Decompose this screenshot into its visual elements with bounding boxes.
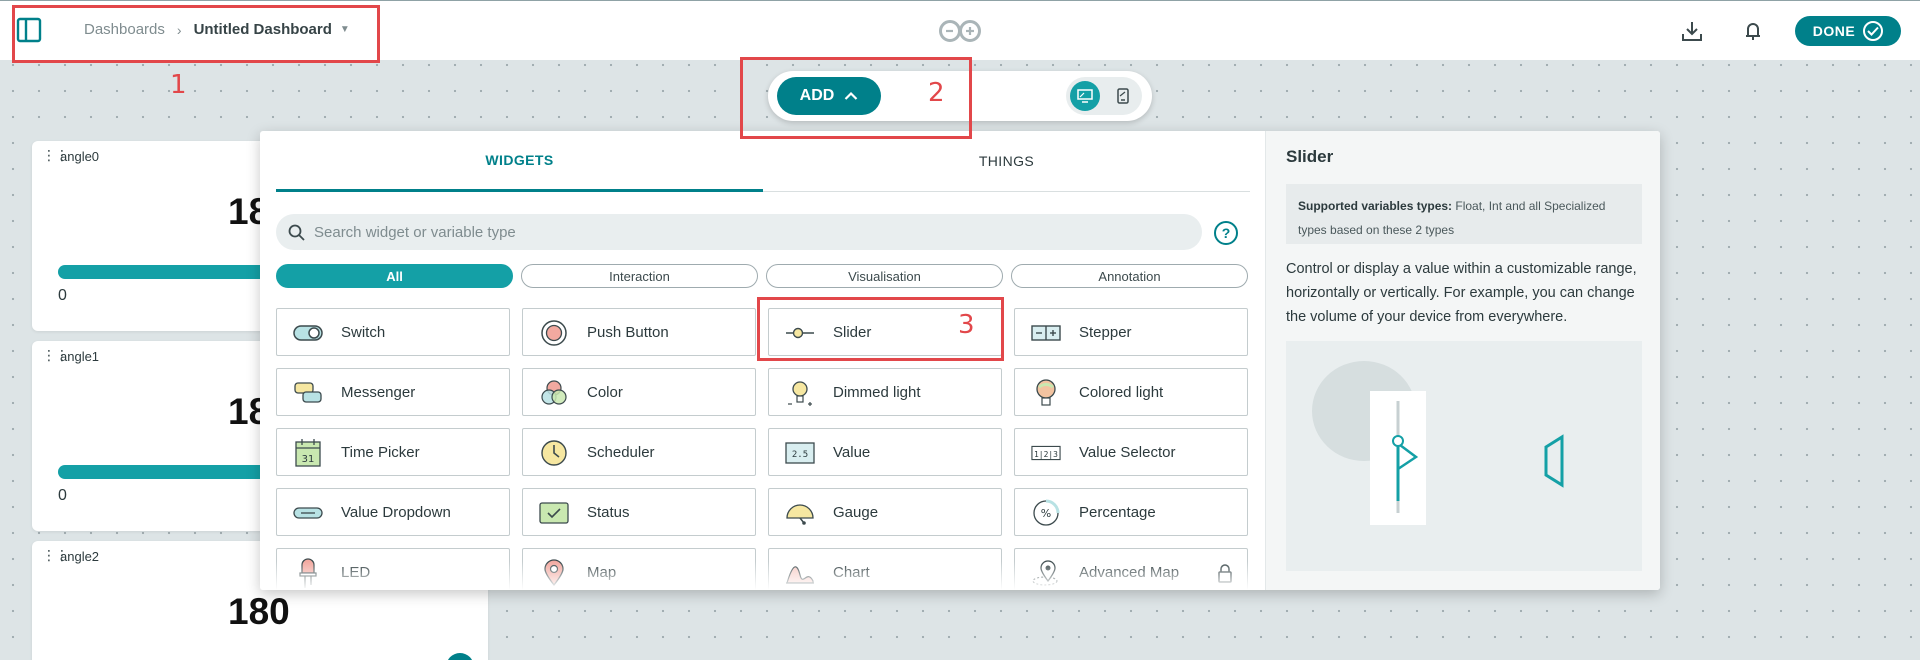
widget-tile-messenger[interactable]: Messenger — [276, 368, 510, 416]
widget-detail-pane: Slider Supported variables types: Float,… — [1265, 131, 1660, 590]
done-label: DONE — [1812, 23, 1856, 39]
chart-icon — [785, 559, 815, 587]
time-picker-icon-text: 31 — [302, 454, 315, 465]
status-icon — [539, 499, 569, 527]
help-icon[interactable]: ? — [1214, 221, 1238, 245]
widget-tile-push-button[interactable]: Push Button — [522, 308, 756, 356]
stepper-icon — [1031, 319, 1061, 347]
widget-label: Time Picker — [341, 444, 420, 461]
download-icon[interactable] — [1680, 19, 1704, 43]
arduino-logo — [937, 19, 983, 43]
widget-label: Advanced Map — [1079, 564, 1180, 581]
widget-tile-status[interactable]: Status — [522, 488, 756, 536]
tab-things[interactable]: THINGS — [763, 131, 1250, 192]
filter-interaction[interactable]: Interaction — [521, 264, 758, 288]
widget-label: LED — [341, 564, 371, 581]
switch-icon — [293, 319, 323, 347]
filter-visualisation[interactable]: Visualisation — [766, 264, 1003, 288]
card-title: angle0 — [60, 149, 100, 164]
widget-label: Colored light — [1079, 384, 1164, 401]
notification-bell-icon[interactable] — [1741, 19, 1765, 43]
widget-label: Scheduler — [587, 444, 655, 461]
annotation-box-1 — [12, 5, 380, 63]
annotation-number-3: 3 — [958, 310, 975, 340]
filter-all[interactable]: All — [276, 264, 513, 288]
mobile-view-icon[interactable] — [1108, 81, 1138, 111]
widget-tile-stepper[interactable]: Stepper — [1014, 308, 1248, 356]
detail-title: Slider — [1286, 147, 1334, 166]
slider-min-value: 0 — [58, 287, 67, 304]
widget-label: Gauge — [833, 504, 879, 521]
widget-preview-image — [1286, 341, 1642, 571]
widget-tile-percentage[interactable]: % Percentage — [1014, 488, 1248, 536]
widget-label: Map — [587, 564, 617, 581]
widget-label: Percentage — [1079, 504, 1156, 521]
advanced-map-icon — [1031, 559, 1061, 587]
widget-label: Chart — [833, 564, 870, 581]
widget-tile-led[interactable]: LED — [276, 548, 510, 590]
widget-tile-advanced-map[interactable]: Advanced Map — [1014, 548, 1248, 590]
card-value: 180 — [228, 591, 290, 632]
widget-tile-value[interactable]: 2.5 Value — [768, 428, 1002, 476]
time-picker-icon: 31 — [293, 439, 323, 467]
widget-label: Status — [587, 504, 630, 521]
value-icon-text: 2.5 — [792, 450, 808, 460]
card-action-icon[interactable] — [446, 653, 474, 660]
widget-tile-time-picker[interactable]: 31 Time Picker — [276, 428, 510, 476]
search-icon — [288, 224, 305, 241]
widget-label: Value Dropdown — [341, 504, 451, 521]
widget-tile-value-dropdown[interactable]: Value Dropdown — [276, 488, 510, 536]
supported-types-label: Supported variables types: — [1298, 199, 1453, 213]
map-icon — [539, 559, 569, 587]
scheduler-icon — [539, 439, 569, 467]
widget-label: Switch — [341, 324, 386, 341]
widget-tile-gauge[interactable]: Gauge — [768, 488, 1002, 536]
widget-label: Value Selector — [1079, 444, 1176, 461]
check-circle-icon — [1863, 21, 1884, 41]
filter-annotation[interactable]: Annotation — [1011, 264, 1248, 288]
widget-tile-color[interactable]: Color — [522, 368, 756, 416]
value-selector-icon: 1|2|3 — [1031, 439, 1061, 467]
percentage-icon-text: % — [1041, 507, 1051, 520]
annotation-number-1: 1 — [170, 70, 187, 100]
detail-description: Control or display a value within a cust… — [1286, 261, 1637, 325]
widget-label: Stepper — [1079, 324, 1132, 341]
value-icon: 2.5 — [785, 439, 815, 467]
widget-tile-dimmed-light[interactable]: Dimmed light — [768, 368, 1002, 416]
messenger-icon — [293, 379, 323, 407]
value-dropdown-icon — [293, 499, 323, 527]
widget-label: Messenger — [341, 384, 416, 401]
push-button-icon — [539, 319, 569, 347]
view-mode-toggle — [1066, 77, 1142, 115]
slider-min-value: 0 — [58, 487, 67, 504]
widget-tile-map[interactable]: Map — [522, 548, 756, 590]
led-icon — [293, 558, 323, 588]
dimmed-light-icon — [785, 379, 815, 407]
gauge-icon — [785, 499, 815, 527]
widget-tile-switch[interactable]: Switch — [276, 308, 510, 356]
widget-tile-chart[interactable]: Chart — [768, 548, 1002, 590]
widget-label: Dimmed light — [833, 384, 921, 401]
colored-light-icon — [1031, 379, 1061, 407]
color-icon — [539, 379, 569, 407]
widget-label: Push Button — [587, 324, 669, 341]
card-title: angle1 — [60, 349, 100, 364]
percentage-icon: % — [1031, 499, 1061, 527]
desktop-view-icon[interactable] — [1070, 81, 1100, 111]
search-input[interactable] — [314, 223, 1202, 241]
widget-label: Color — [587, 384, 623, 401]
done-button[interactable]: DONE — [1795, 16, 1901, 46]
lock-icon — [1217, 563, 1233, 583]
widget-tile-value-selector[interactable]: 1|2|3 Value Selector — [1014, 428, 1248, 476]
supported-types-box: Supported variables types: Float, Int an… — [1286, 184, 1642, 244]
widget-tile-scheduler[interactable]: Scheduler — [522, 428, 756, 476]
tab-widgets[interactable]: WIDGETS — [276, 131, 763, 192]
annotation-number-2: 2 — [928, 78, 945, 108]
widget-tile-colored-light[interactable]: Colored light — [1014, 368, 1248, 416]
value-selector-icon-text: 1|2|3 — [1034, 450, 1058, 459]
widget-label: Value — [833, 444, 871, 461]
search-box — [276, 214, 1202, 250]
card-title: angle2 — [60, 549, 100, 564]
